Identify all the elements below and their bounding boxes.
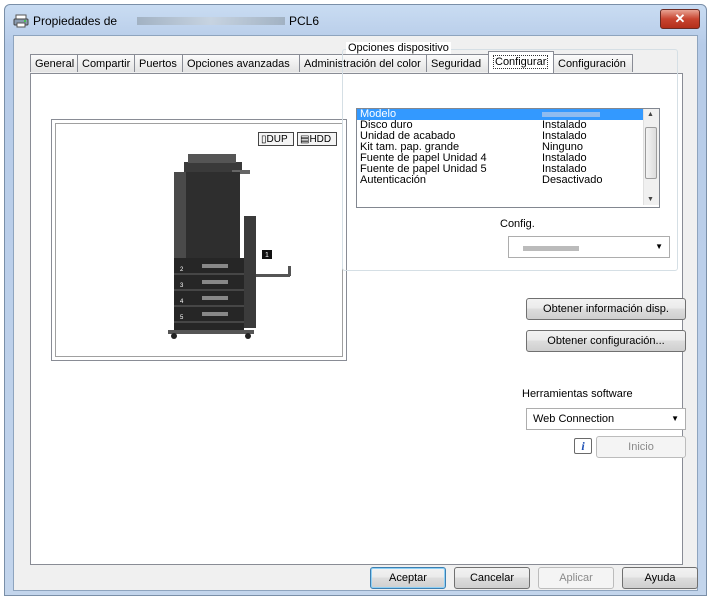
chevron-down-icon: ▼ — [655, 242, 663, 251]
cancel-button[interactable]: Cancelar — [454, 567, 530, 589]
help-button[interactable]: Ayuda — [622, 567, 698, 589]
redacted-printer-name — [137, 17, 285, 25]
config-select[interactable]: ▼ — [508, 236, 670, 258]
tab-general[interactable]: General — [30, 54, 78, 72]
tab-label: General — [35, 58, 75, 70]
redacted-config-value — [523, 246, 579, 251]
apply-button[interactable]: Aplicar — [538, 567, 614, 589]
software-tools-select[interactable]: Web Connection ▼ — [526, 408, 686, 430]
config-label: Config. — [500, 218, 535, 230]
tab-compartir[interactable]: Compartir — [77, 54, 135, 72]
option-label: Autenticación — [360, 174, 427, 186]
info-icon[interactable]: i — [574, 438, 592, 454]
device-options-list[interactable]: Modelo Disco duro Instalado Unidad de ac… — [356, 108, 660, 208]
tab-opciones-avanzadas[interactable]: Opciones avanzadas — [182, 54, 300, 72]
printer-icon — [13, 14, 29, 28]
title-bar[interactable]: Propiedades de PCL6 ✕ — [5, 5, 706, 35]
scroll-thumb[interactable] — [645, 127, 657, 179]
option-value: Desactivado — [542, 174, 603, 186]
device-preview-inner: ▯DUP ▤HDD 1 2 3 4 5 — [55, 123, 343, 357]
close-button[interactable]: ✕ — [660, 9, 700, 29]
window-title-prefix: Propiedades de — [33, 14, 118, 28]
chevron-down-icon: ▼ — [671, 414, 679, 423]
list-scrollbar[interactable]: ▲ ▼ — [643, 109, 659, 205]
printer-illustration: 1 2 3 4 5 — [168, 154, 291, 339]
tab-label: Puertos — [139, 58, 177, 70]
accept-button[interactable]: Aceptar — [370, 567, 446, 589]
tab-puertos[interactable]: Puertos — [134, 54, 183, 72]
callout-label: 1 — [265, 252, 269, 259]
obtain-device-info-button[interactable]: Obtener información disp. — [526, 298, 686, 320]
device-preview: ▯DUP ▤HDD 1 2 3 4 5 — [51, 119, 347, 361]
tab-label: Configurar — [493, 55, 549, 69]
window-title-suffix: PCL6 — [289, 14, 320, 28]
scroll-down-icon[interactable]: ▼ — [647, 196, 654, 203]
device-options-label: Opciones dispositivo — [346, 42, 451, 54]
tab-label: Opciones avanzadas — [187, 58, 290, 70]
redacted-model-value — [542, 112, 600, 117]
tab-label: Compartir — [82, 58, 131, 70]
software-tools-label: Herramientas software — [522, 388, 633, 400]
scroll-up-icon[interactable]: ▲ — [647, 111, 654, 118]
software-tools-value: Web Connection — [533, 413, 615, 425]
list-item[interactable]: Autenticación Desactivado — [357, 175, 659, 186]
obtain-config-button[interactable]: Obtener configuración... — [526, 330, 686, 352]
tab-configurar[interactable]: Configurar — [488, 51, 554, 73]
start-button[interactable]: Inicio — [596, 436, 686, 458]
